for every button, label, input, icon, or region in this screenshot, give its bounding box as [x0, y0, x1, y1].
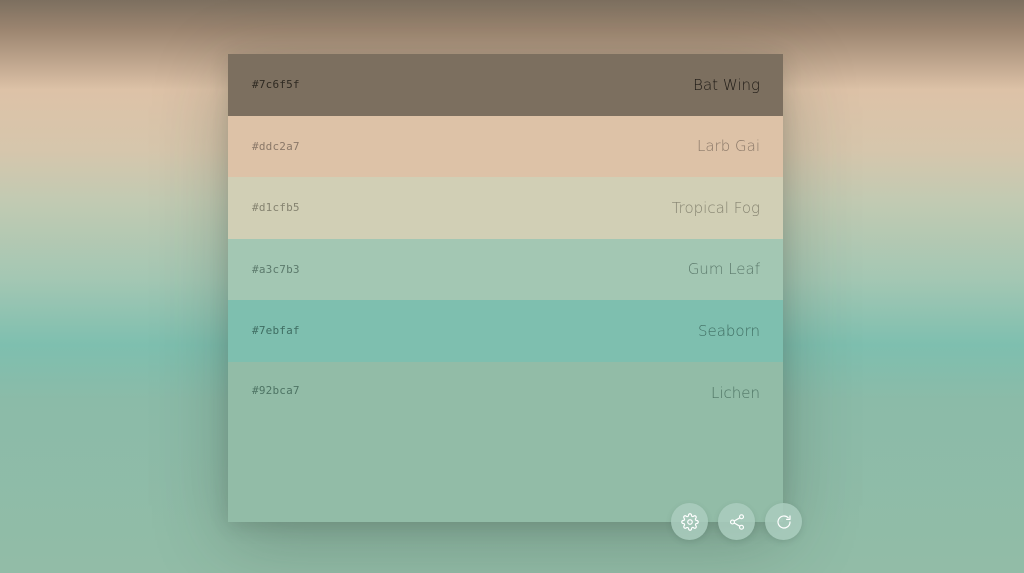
palette-card: #7c6f5f Bat Wing #ddc2a7 Larb Gai #d1cfb…	[228, 54, 783, 522]
refresh-icon	[776, 514, 791, 529]
swatch-gum-leaf[interactable]: #a3c7b3 Gum Leaf	[228, 238, 783, 300]
swatch-hex[interactable]: #a3c7b3	[252, 263, 300, 276]
refresh-button[interactable]	[765, 503, 802, 540]
swatch-name: Seaborn	[697, 321, 760, 340]
swatch-bat-wing[interactable]: #7c6f5f Bat Wing	[228, 54, 783, 116]
gear-icon	[680, 512, 699, 531]
swatch-hex[interactable]: #7ebfaf	[252, 324, 300, 337]
swatch-hex[interactable]: #92bca7	[252, 384, 300, 397]
swatch-seaborn[interactable]: #7ebfaf Seaborn	[228, 300, 783, 362]
swatch-name: Gum Leaf	[687, 260, 760, 279]
swatch-tropical-fog[interactable]: #d1cfb5 Tropical Fog	[228, 177, 783, 239]
swatch-name: Larb Gai	[697, 137, 760, 156]
settings-button[interactable]	[671, 503, 708, 540]
swatch-lichen[interactable]: #92bca7 Lichen	[228, 361, 783, 522]
control-buttons	[671, 503, 802, 540]
share-button[interactable]	[718, 503, 755, 540]
swatch-name: Tropical Fog	[671, 198, 760, 217]
share-icon	[729, 513, 744, 530]
swatch-hex[interactable]: #d1cfb5	[252, 201, 300, 214]
swatch-name: Lichen	[710, 383, 760, 402]
swatch-hex[interactable]: #ddc2a7	[252, 140, 300, 153]
swatch-hex[interactable]: #7c6f5f	[252, 78, 300, 91]
swatch-name: Bat Wing	[693, 75, 760, 94]
swatch-larb-gai[interactable]: #ddc2a7 Larb Gai	[228, 115, 783, 177]
